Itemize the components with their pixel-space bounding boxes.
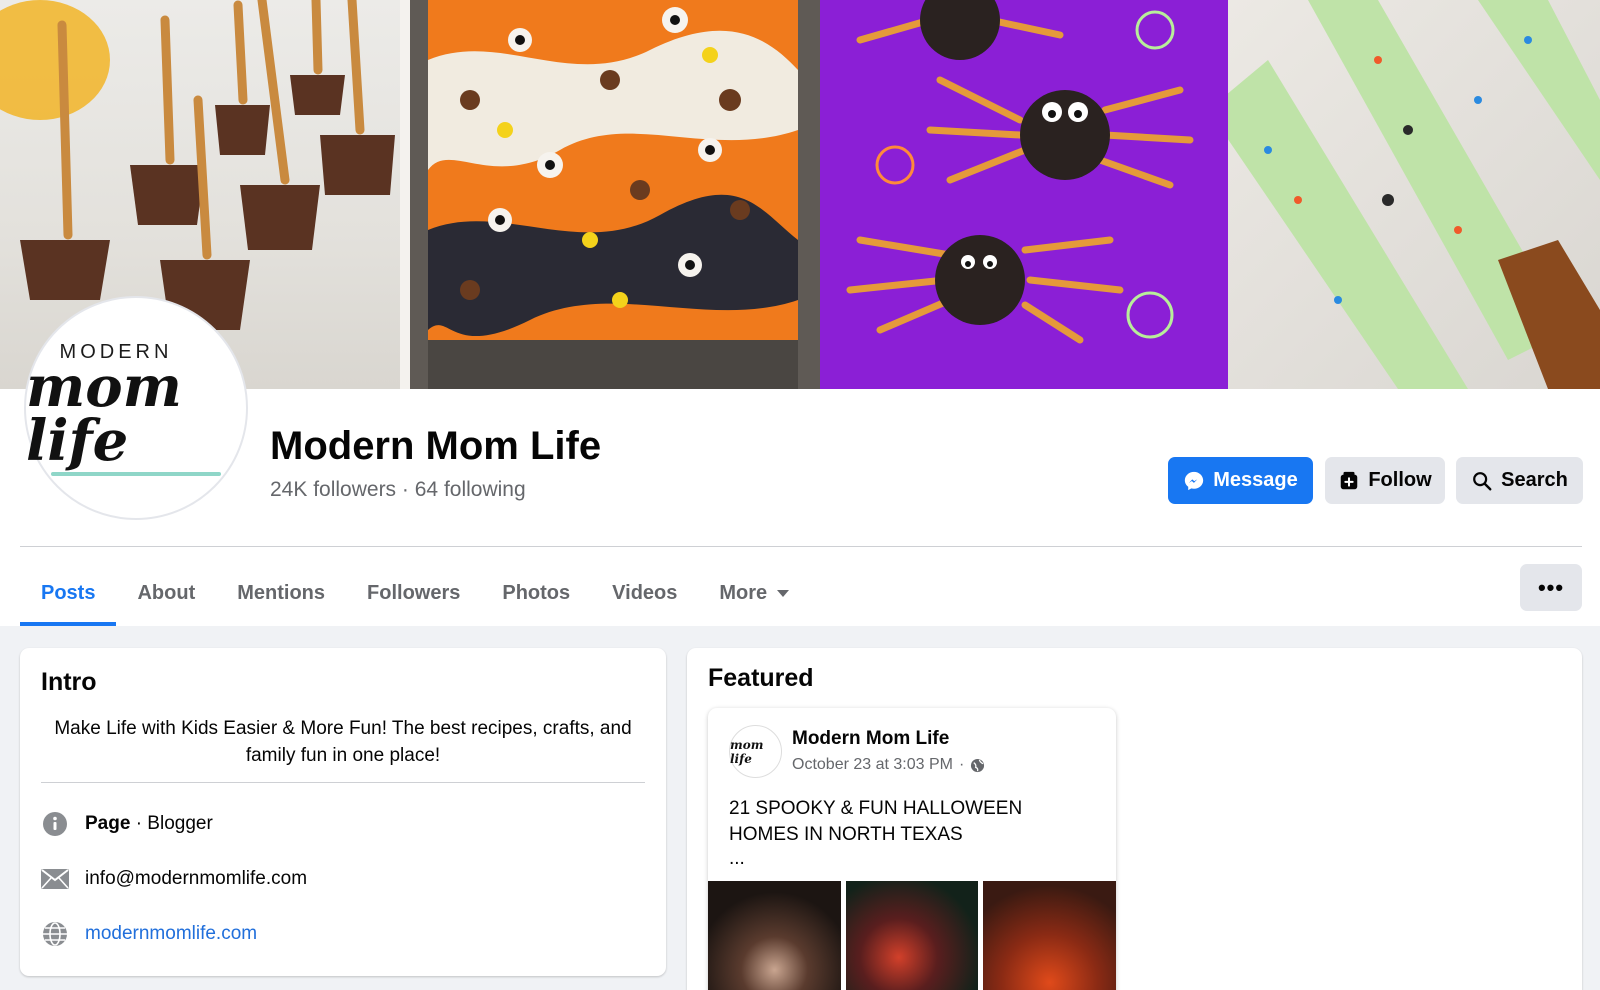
cover-tile-oreo-spiders [820,0,1228,389]
tab-videos[interactable]: Videos [591,560,698,626]
page-title: Modern Mom Life [270,424,602,468]
header-divider [20,546,1582,547]
follow-button[interactable]: Follow [1325,457,1445,504]
tab-more[interactable]: More [698,560,810,626]
follow-label: Follow [1368,469,1432,491]
tab-posts-label: Posts [41,581,96,604]
caret-down-icon [777,589,790,597]
featured-card: Featured mom life Modern Mom Life Octobe… [687,648,1582,990]
following-count[interactable]: 64 following [415,478,526,501]
intro-website-row: modernmomlife.com [41,920,257,948]
post-image-2[interactable] [845,881,979,990]
tab-posts[interactable]: Posts [20,560,117,626]
intro-divider [41,782,645,783]
stats-separator: · [401,478,409,501]
profile-tabs: Posts About Mentions Followers Photos Vi… [20,560,810,626]
cover-tile-bark [400,0,820,389]
intro-title: Intro [41,668,97,696]
logo-script-text: mom life [26,353,182,474]
more-options-button[interactable]: ••• [1520,564,1582,611]
globe-icon [971,758,985,772]
email-text[interactable]: info@modernmomlife.com [85,868,307,890]
search-icon [1473,471,1492,490]
post-text: 21 SPOOKY & FUN HALLOWEEN HOMES IN NORTH… [729,798,1023,845]
tab-followers[interactable]: Followers [346,560,481,626]
post-avatar[interactable]: mom life [729,725,782,778]
cover-photo[interactable] [0,0,1600,389]
tab-mentions[interactable]: Mentions [216,560,346,626]
post-meta-separator: · [958,756,965,773]
intro-bio: Make Life with Kids Easier & More Fun! T… [54,718,632,766]
post-see-more[interactable]: ... [729,848,745,870]
tab-photos-label: Photos [502,581,571,604]
post-author[interactable]: Modern Mom Life [792,728,949,750]
post-images[interactable] [708,881,1116,990]
intro-card: Intro Make Life with Kids Easier & More … [20,648,666,976]
profile-picture[interactable]: MODERN mom life [24,296,248,520]
post-meta: October 23 at 3:03 PM · [792,756,985,774]
message-label: Message [1213,469,1298,491]
globe-icon [41,920,69,948]
post-timestamp[interactable]: October 23 at 3:03 PM [792,756,953,774]
followers-count[interactable]: 24K followers [270,478,396,501]
featured-post[interactable]: mom life Modern Mom Life October 23 at 3… [708,708,1116,990]
tab-more-label: More [719,581,768,604]
tab-followers-label: Followers [367,581,461,604]
logo-swash [51,471,221,476]
tab-about[interactable]: About [116,560,216,626]
messenger-icon [1185,471,1204,490]
featured-title: Featured [708,664,814,692]
post-image-1[interactable] [708,881,841,990]
tab-photos[interactable]: Photos [481,560,591,626]
tab-about-label: About [137,581,196,604]
follow-icon [1341,471,1358,489]
search-label: Search [1501,469,1568,491]
intro-email-row: info@modernmomlife.com [41,865,307,893]
search-button[interactable]: Search [1456,457,1583,504]
intro-page-row: Page · Blogger [41,810,213,838]
message-button[interactable]: Message [1168,457,1313,504]
tab-videos-label: Videos [612,581,678,604]
envelope-icon [41,865,69,893]
cover-tile-witch-fingers [1228,0,1600,389]
page-label: Page [85,813,131,834]
post-image-3[interactable] [983,881,1116,990]
page-category: · Blogger [130,813,213,834]
follow-stats: 24K followers · 64 following [270,478,526,502]
info-icon [41,810,69,838]
tab-mentions-label: Mentions [237,581,326,604]
website-link[interactable]: modernmomlife.com [85,923,257,945]
